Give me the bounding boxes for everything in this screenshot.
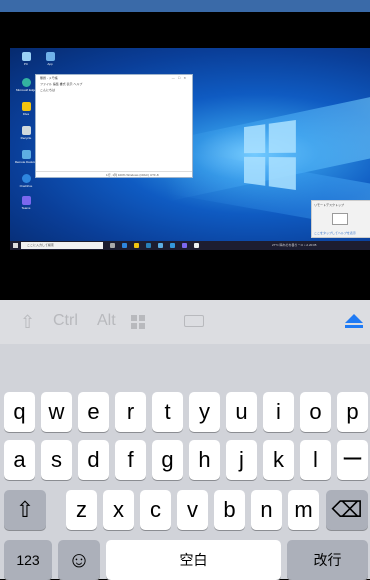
notification-toast[interactable]: リモートデスクトップ ここをタップしてヘルプを表示 xyxy=(311,200,370,238)
remote-taskbar-icon[interactable] xyxy=(170,243,175,248)
key-long-vowel[interactable]: ー xyxy=(337,440,368,480)
alt-modifier-button[interactable]: Alt xyxy=(97,312,116,330)
mail-taskbar-icon[interactable] xyxy=(158,243,163,248)
notepad-window[interactable]: 無題 - メモ帳 —☐✕ ファイル 編集 書式 表示 ヘルプ こんにちは 1行, … xyxy=(35,74,193,178)
key-l[interactable]: l xyxy=(300,440,331,480)
remote-desktop-view[interactable]: PC App Microsoft Edge Files Recycle Remo… xyxy=(10,48,370,241)
key-a[interactable]: a xyxy=(4,440,35,480)
key-d[interactable]: d xyxy=(78,440,109,480)
key-v[interactable]: v xyxy=(177,490,208,530)
keyboard-toggle-icon[interactable] xyxy=(184,315,204,327)
shift-modifier-icon[interactable]: ⇧ xyxy=(20,312,35,333)
key-n[interactable]: n xyxy=(251,490,282,530)
top-status-strip xyxy=(0,0,370,12)
key-w[interactable]: w xyxy=(41,392,72,432)
key-k[interactable]: k xyxy=(263,440,294,480)
ctrl-modifier-button[interactable]: Ctrl xyxy=(53,312,78,330)
key-o[interactable]: o xyxy=(300,392,331,432)
start-button-icon[interactable] xyxy=(13,243,18,248)
windows-key-icon[interactable] xyxy=(131,315,145,329)
emoji-key-icon[interactable]: ☺ xyxy=(58,540,100,580)
key-x[interactable]: x xyxy=(103,490,134,530)
key-q[interactable]: q xyxy=(4,392,35,432)
notepad-title: 無題 - メモ帳 —☐✕ xyxy=(36,75,192,82)
key-r[interactable]: r xyxy=(115,392,146,432)
space-key[interactable]: 空白 xyxy=(106,540,281,580)
taskbar-search[interactable]: ここに入力して検索 xyxy=(21,242,103,249)
remote-keys-toolbar: ⇧ Ctrl Alt xyxy=(0,300,370,344)
desktop-icon-pc[interactable]: PC xyxy=(14,52,38,66)
system-tray[interactable]: 27°C 晴れのち曇り ^ ⊡ ♪ A 20:05 xyxy=(272,242,316,249)
key-i[interactable]: i xyxy=(263,392,294,432)
desktop-icon-teams[interactable]: Teams xyxy=(14,196,38,210)
return-key[interactable]: 改行 xyxy=(287,540,368,580)
teams-taskbar-icon[interactable] xyxy=(182,243,187,248)
notepad-status-bar: 1行, 1列 100% Windows (CRLF) UTF-8 xyxy=(36,171,192,177)
explorer-taskbar-icon[interactable] xyxy=(134,243,139,248)
key-s[interactable]: s xyxy=(41,440,72,480)
store-taskbar-icon[interactable] xyxy=(146,243,151,248)
key-f[interactable]: f xyxy=(115,440,146,480)
key-b[interactable]: b xyxy=(214,490,245,530)
key-p[interactable]: p xyxy=(337,392,368,432)
key-t[interactable]: t xyxy=(152,392,183,432)
toast-image-icon xyxy=(332,213,348,225)
task-view-icon[interactable] xyxy=(110,243,115,248)
key-m[interactable]: m xyxy=(288,490,319,530)
toast-title: リモートデスクトップ xyxy=(314,203,345,207)
shift-key-icon[interactable]: ⇧ xyxy=(4,490,46,530)
letterbox-top xyxy=(0,12,370,48)
toast-link[interactable]: ここをタップしてヘルプを表示 xyxy=(314,231,356,235)
key-c[interactable]: c xyxy=(140,490,171,530)
letterbox-bottom xyxy=(0,250,370,300)
notepad-text[interactable]: こんにちは xyxy=(36,87,192,171)
key-j[interactable]: j xyxy=(226,440,257,480)
desktop-icon-folder[interactable]: App xyxy=(38,52,62,66)
windows-logo-wallpaper xyxy=(244,120,296,190)
notepad-taskbar-icon[interactable] xyxy=(194,243,199,248)
key-y[interactable]: y xyxy=(189,392,220,432)
numbers-key[interactable]: 123 xyxy=(4,540,52,580)
onscreen-keyboard: q w e r t y u i o p a s d f g h j k l ー … xyxy=(0,344,370,580)
key-g[interactable]: g xyxy=(152,440,183,480)
key-u[interactable]: u xyxy=(226,392,257,432)
key-e[interactable]: e xyxy=(78,392,109,432)
key-h[interactable]: h xyxy=(189,440,220,480)
edge-taskbar-icon[interactable] xyxy=(122,243,127,248)
taskbar: ここに入力して検索 27°C 晴れのち曇り ^ ⊡ ♪ A 20:05 xyxy=(10,241,370,250)
hide-keyboard-icon[interactable] xyxy=(345,314,363,330)
key-z[interactable]: z xyxy=(66,490,97,530)
delete-key-icon[interactable]: ⌫ xyxy=(326,490,368,530)
window-controls-icon[interactable]: —☐✕ xyxy=(172,76,189,80)
